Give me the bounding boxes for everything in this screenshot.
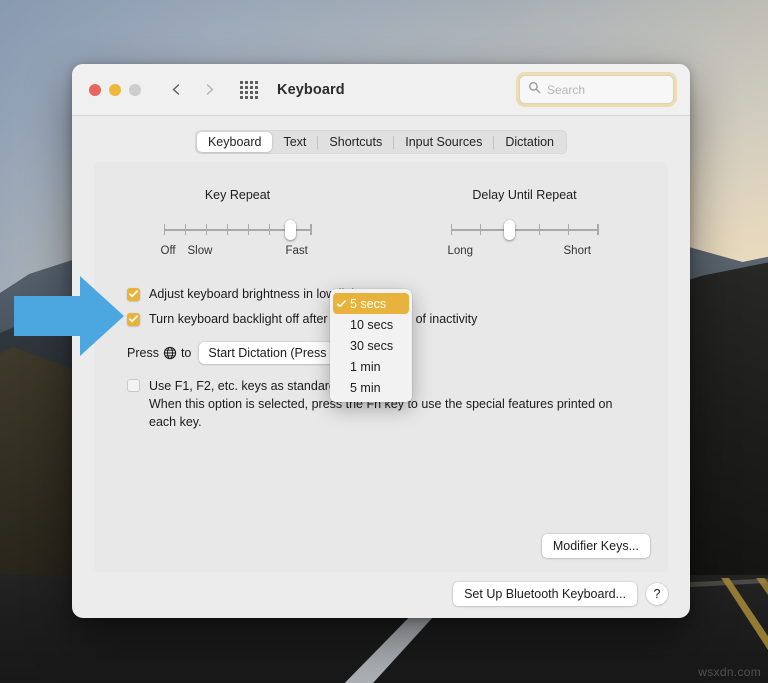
tab-input-sources[interactable]: Input Sources	[394, 132, 493, 152]
page-title: Keyboard	[277, 82, 345, 98]
menu-item-30-secs[interactable]: 30 secs	[333, 335, 409, 356]
delay-short-label: Short	[564, 245, 592, 257]
delay-slider-labels: Long Short	[451, 245, 599, 261]
menu-item-5-min[interactable]: 5 min	[333, 377, 409, 398]
zoom-button[interactable]	[129, 84, 141, 96]
tab-shortcuts[interactable]: Shortcuts	[318, 132, 393, 152]
search-field-wrapper: Search	[519, 75, 674, 104]
search-field[interactable]: Search	[519, 75, 674, 104]
slider-track	[451, 229, 599, 231]
key-repeat-slider-block: Key Repeat Off Slow Fast	[94, 188, 381, 261]
backlight-off-checkbox[interactable]	[127, 313, 140, 326]
tab-bar: Keyboard Text Shortcuts Input Sources Di…	[72, 116, 690, 162]
delay-long-label: Long	[448, 245, 474, 257]
dictation-suffix-label: to	[181, 346, 191, 360]
menu-item-label: 5 secs	[350, 297, 386, 311]
tab-text[interactable]: Text	[272, 132, 317, 152]
watermark: wsxdn.com	[698, 665, 761, 679]
delay-until-repeat-label: Delay Until Repeat	[472, 188, 576, 202]
key-repeat-slow-label: Slow	[188, 245, 213, 257]
delay-until-repeat-slider-block: Delay Until Repeat Long Short	[381, 188, 668, 261]
delay-slider-knob[interactable]	[504, 220, 515, 240]
backlight-duration-menu[interactable]: 5 secs 10 secs 30 secs 1 min 5 min	[330, 289, 412, 402]
tab-group: Keyboard Text Shortcuts Input Sources Di…	[195, 130, 567, 154]
modifier-keys-wrapper: Modifier Keys...	[542, 534, 650, 558]
key-repeat-label: Key Repeat	[205, 188, 270, 202]
menu-item-1-min[interactable]: 1 min	[333, 356, 409, 377]
navigation-arrows	[170, 83, 216, 96]
window-footer: Set Up Bluetooth Keyboard... ?	[453, 582, 668, 606]
fn-keys-checkbox[interactable]	[127, 379, 140, 392]
key-repeat-off-label: Off	[161, 245, 176, 257]
backlight-off-label-before: Turn keyboard backlight off after	[149, 312, 328, 326]
delay-until-repeat-slider[interactable]	[451, 220, 599, 240]
key-repeat-slider-knob[interactable]	[285, 220, 296, 240]
window-controls	[89, 84, 141, 96]
minimize-button[interactable]	[109, 84, 121, 96]
backlight-off-label-after: of inactivity	[416, 312, 478, 326]
show-all-grid-icon[interactable]	[240, 81, 258, 99]
annotation-arrow-icon	[14, 276, 124, 356]
close-button[interactable]	[89, 84, 101, 96]
setup-bluetooth-keyboard-button[interactable]: Set Up Bluetooth Keyboard...	[453, 582, 637, 606]
key-repeat-slider-labels: Off Slow Fast	[164, 245, 312, 261]
search-input[interactable]: Search	[547, 83, 585, 97]
menu-item-label: 10 secs	[350, 318, 393, 332]
dictation-prefix-label: Press	[127, 346, 159, 360]
menu-item-label: 1 min	[350, 360, 381, 374]
modifier-keys-button[interactable]: Modifier Keys...	[542, 534, 650, 558]
menu-item-5-secs[interactable]: 5 secs	[333, 293, 409, 314]
back-chevron-icon[interactable]	[170, 83, 183, 96]
tab-dictation[interactable]: Dictation	[494, 132, 565, 152]
help-button[interactable]: ?	[646, 583, 668, 605]
menu-item-10-secs[interactable]: 10 secs	[333, 314, 409, 335]
forward-chevron-icon[interactable]	[203, 83, 216, 96]
checkmark-icon	[337, 300, 350, 308]
keyboard-preferences-window: Keyboard Search Keyboard Text Shortcuts …	[72, 64, 690, 618]
menu-item-label: 5 min	[350, 381, 381, 395]
key-repeat-fast-label: Fast	[286, 245, 308, 257]
tab-keyboard[interactable]: Keyboard	[197, 132, 273, 152]
key-repeat-slider[interactable]	[164, 220, 312, 240]
adjust-brightness-checkbox[interactable]	[127, 288, 140, 301]
slider-section: Key Repeat Off Slow Fast	[94, 162, 668, 261]
search-icon	[528, 81, 541, 99]
window-titlebar: Keyboard Search	[72, 64, 690, 116]
globe-icon	[163, 346, 177, 360]
menu-item-label: 30 secs	[350, 339, 393, 353]
